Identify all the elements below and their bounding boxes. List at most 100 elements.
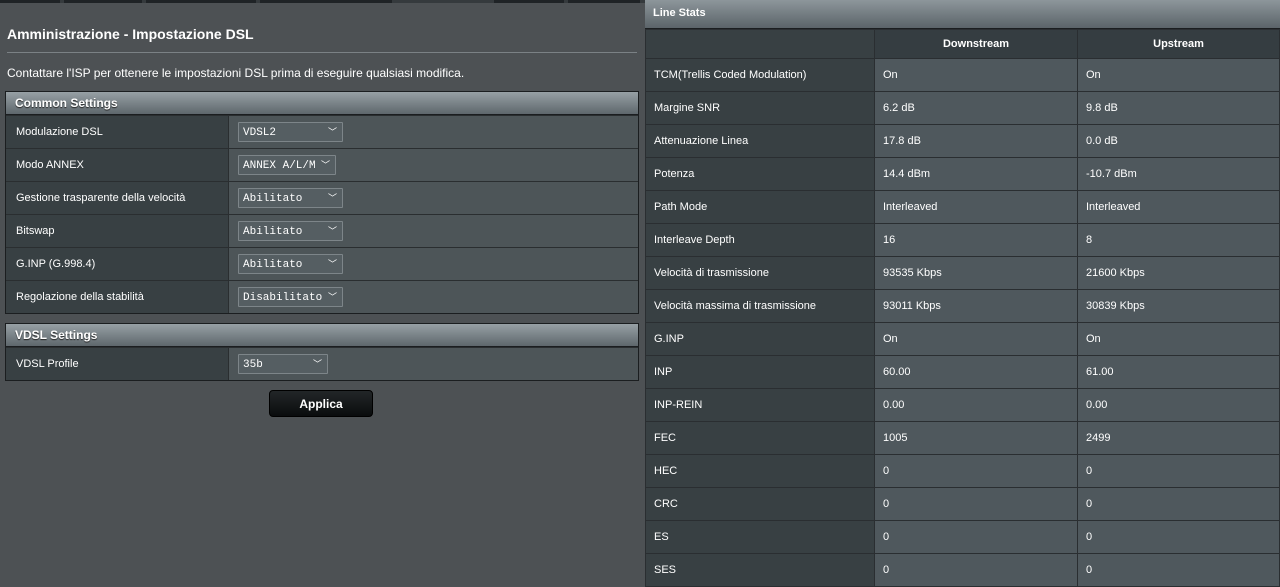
chevron-down-icon: ﹀ [327, 194, 337, 204]
intro-text: Contattare l'ISP per ottenere le imposta… [7, 66, 465, 80]
stat-label: Interleave Depth [645, 223, 875, 257]
table-row: Interleave Depth 16 8 [645, 223, 1280, 257]
stat-downstream-value: 0 [874, 553, 1078, 587]
stat-upstream-value: 8 [1077, 223, 1280, 257]
stat-downstream-value: 0 [874, 454, 1078, 488]
stat-upstream-value: 21600 Kbps [1077, 256, 1280, 290]
stat-downstream-value: 93535 Kbps [874, 256, 1078, 290]
top-tab-strip [0, 0, 645, 3]
stat-label: G.INP [645, 322, 875, 356]
top-tab[interactable] [146, 0, 256, 3]
top-tab[interactable] [494, 0, 564, 3]
row-label: Modo ANNEX [6, 149, 228, 181]
top-tab[interactable] [0, 0, 60, 3]
settings-row-vdsl-profile: VDSL Profile 35b ﹀ [6, 347, 638, 380]
row-label: G.INP (G.998.4) [6, 248, 228, 280]
chevron-down-icon: ﹀ [327, 260, 337, 270]
bitswap-select[interactable]: Abilitato ﹀ [238, 221, 343, 241]
table-row: SES 0 0 [645, 553, 1280, 587]
common-settings-section: Common Settings Modulazione DSL VDSL2 ﹀ … [5, 91, 639, 314]
table-header-row: Downstream Upstream [645, 29, 1280, 59]
row-label: Bitswap [6, 215, 228, 247]
stat-upstream-value: 0.0 dB [1077, 124, 1280, 158]
stat-label: CRC [645, 487, 875, 521]
settings-row-stability: Regolazione della stabilità Disabilitato… [6, 280, 638, 313]
settings-row-seamless-rate: Gestione trasparente della velocità Abil… [6, 181, 638, 214]
select-value: Disabilitato [243, 292, 323, 304]
page-title: Amministrazione - Impostazione DSL [7, 26, 254, 42]
row-label: Modulazione DSL [6, 116, 228, 148]
table-row: CRC 0 0 [645, 487, 1280, 521]
table-row: TCM(Trellis Coded Modulation) On On [645, 58, 1280, 92]
stat-label: ES [645, 520, 875, 554]
row-value-cell: Abilitato ﹀ [228, 182, 638, 214]
vdsl-settings-header: VDSL Settings [6, 324, 638, 347]
top-tab[interactable] [260, 0, 392, 3]
table-row: Potenza 14.4 dBm -10.7 dBm [645, 157, 1280, 191]
dsl-settings-panel: Amministrazione - Impostazione DSL Conta… [0, 0, 645, 584]
settings-row-annex-mode: Modo ANNEX ANNEX A/L/M ﹀ [6, 148, 638, 181]
stat-upstream-value: 61.00 [1077, 355, 1280, 389]
dsl-modulation-select[interactable]: VDSL2 ﹀ [238, 122, 343, 142]
stat-downstream-value: 0 [874, 487, 1078, 521]
stat-upstream-value: 0 [1077, 454, 1280, 488]
select-value: Abilitato [243, 193, 303, 205]
row-value-cell: Disabilitato ﹀ [228, 281, 638, 313]
stat-downstream-value: On [874, 322, 1078, 356]
stat-label: Potenza [645, 157, 875, 191]
stat-label: Attenuazione Linea [645, 124, 875, 158]
stat-upstream-value: 0 [1077, 520, 1280, 554]
stat-upstream-value: Interleaved [1077, 190, 1280, 224]
stat-upstream-value: 0 [1077, 487, 1280, 521]
stat-downstream-value: 93011 Kbps [874, 289, 1078, 323]
top-tab[interactable] [64, 0, 142, 3]
stat-label: TCM(Trellis Coded Modulation) [645, 58, 875, 92]
line-stats-header: Line Stats [645, 0, 1280, 29]
select-value: Abilitato [243, 259, 303, 271]
table-row: FEC 1005 2499 [645, 421, 1280, 455]
settings-row-bitswap: Bitswap Abilitato ﹀ [6, 214, 638, 247]
stat-label: Path Mode [645, 190, 875, 224]
stat-label: FEC [645, 421, 875, 455]
stat-downstream-value: 16 [874, 223, 1078, 257]
stat-downstream-value: 6.2 dB [874, 91, 1078, 125]
table-row: Path Mode Interleaved Interleaved [645, 190, 1280, 224]
top-tab[interactable] [568, 0, 640, 3]
settings-row-ginp: G.INP (G.998.4) Abilitato ﹀ [6, 247, 638, 280]
stat-downstream-value: Interleaved [874, 190, 1078, 224]
table-row: Attenuazione Linea 17.8 dB 0.0 dB [645, 124, 1280, 158]
row-value-cell: Abilitato ﹀ [228, 215, 638, 247]
line-stats-panel: Line Stats Downstream Upstream TCM(Trell… [645, 0, 1280, 587]
chevron-down-icon: ﹀ [312, 360, 322, 370]
annex-mode-select[interactable]: ANNEX A/L/M ﹀ [238, 155, 336, 175]
stat-label: SES [645, 553, 875, 587]
stat-downstream-value: 60.00 [874, 355, 1078, 389]
stat-downstream-value: 0 [874, 520, 1078, 554]
stability-select[interactable]: Disabilitato ﹀ [238, 287, 343, 307]
chevron-down-icon: ﹀ [327, 227, 337, 237]
apply-button[interactable]: Applica [269, 390, 373, 417]
stat-upstream-value: 0.00 [1077, 388, 1280, 422]
seamless-rate-select[interactable]: Abilitato ﹀ [238, 188, 343, 208]
stat-label: INP [645, 355, 875, 389]
title-divider [7, 52, 637, 53]
ginp-select[interactable]: Abilitato ﹀ [238, 254, 343, 274]
common-settings-header: Common Settings [6, 92, 638, 115]
column-header-downstream: Downstream [874, 29, 1078, 59]
column-header-upstream: Upstream [1077, 29, 1280, 59]
stat-label: Velocità di trasmissione [645, 256, 875, 290]
stat-label: INP-REIN [645, 388, 875, 422]
stat-upstream-value: -10.7 dBm [1077, 157, 1280, 191]
stat-downstream-value: 14.4 dBm [874, 157, 1078, 191]
chevron-down-icon: ﹀ [320, 161, 330, 171]
stat-downstream-value: 0.00 [874, 388, 1078, 422]
vdsl-settings-section: VDSL Settings VDSL Profile 35b ﹀ [5, 323, 639, 381]
stat-label: Margine SNR [645, 91, 875, 125]
stat-upstream-value: On [1077, 58, 1280, 92]
table-row: Velocità di trasmissione 93535 Kbps 21600 … [645, 256, 1280, 290]
stat-downstream-value: 1005 [874, 421, 1078, 455]
table-corner-cell [645, 29, 875, 59]
vdsl-profile-select[interactable]: 35b ﹀ [238, 354, 328, 374]
select-value: Abilitato [243, 226, 303, 238]
table-row: G.INP On On [645, 322, 1280, 356]
